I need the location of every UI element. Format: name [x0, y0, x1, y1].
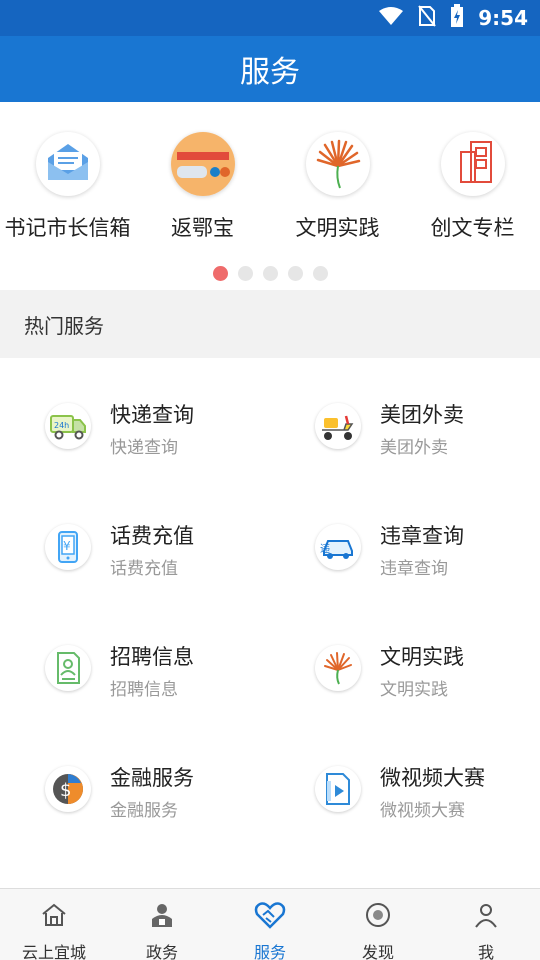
service-financial[interactable]: $ 金融服务 金融服务 [0, 721, 270, 842]
battery-charging-icon [450, 4, 464, 32]
nav-item-services[interactable]: 服务 [216, 889, 324, 960]
service-title: 文明实践 [380, 645, 464, 669]
service-title: 话费充值 [110, 524, 194, 548]
discover-icon [364, 901, 392, 933]
service-micro-video-contest[interactable]: 微视频大赛 微视频大赛 [270, 721, 540, 842]
service-civilization-practice[interactable]: 文明实践 文明实践 [270, 600, 540, 721]
svg-text:$: $ [60, 780, 71, 801]
service-subtitle: 文明实践 [380, 680, 448, 700]
quick-link-label: 书记市长信箱 [4, 216, 131, 240]
carousel-indicator [0, 266, 540, 281]
wifi-icon [378, 6, 404, 30]
service-title: 快递查询 [110, 403, 194, 427]
scooter-icon [315, 403, 361, 449]
carousel-dot [237, 266, 253, 281]
service-traffic-violation[interactable]: 违 违章查询 违章查询 [270, 479, 540, 600]
civilization-icon [315, 645, 361, 691]
service-job-info[interactable]: 招聘信息 招聘信息 [0, 600, 270, 721]
video-icon [315, 766, 361, 812]
nav-label: 云上宜城 [21, 943, 86, 960]
mailbox-icon [35, 132, 100, 196]
building-icon [440, 132, 505, 196]
service-title: 微视频大赛 [380, 766, 485, 790]
bottom-navigation: 云上宜城 政务 服务 发现 我 [0, 888, 540, 960]
service-meituan-delivery[interactable]: 美团外卖 美团外卖 [270, 358, 540, 479]
nav-label: 政务 [145, 943, 178, 960]
service-subtitle: 违章查询 [380, 559, 448, 579]
nav-label: 发现 [361, 943, 394, 960]
civilization-icon [305, 132, 370, 196]
page-title: 服务 [240, 55, 300, 90]
service-subtitle: 美团外卖 [380, 438, 448, 458]
quick-link-label: 返鄂宝 [171, 216, 234, 240]
finance-globe-icon: $ [45, 766, 91, 812]
home-icon [40, 901, 68, 933]
nav-item-home[interactable]: 云上宜城 [0, 889, 108, 960]
status-bar: 9:54 [0, 0, 540, 36]
service-express-tracking[interactable]: 24h 快递查询 快递查询 [0, 358, 270, 479]
nav-item-discover[interactable]: 发现 [324, 889, 432, 960]
svg-text:违: 违 [320, 543, 330, 555]
service-subtitle: 快递查询 [110, 438, 178, 458]
quick-link-label: 创文专栏 [430, 216, 515, 240]
section-heading: 热门服务 [24, 313, 104, 338]
service-phone-recharge[interactable]: ¥ 话费充值 话费充值 [0, 479, 270, 600]
svg-text:¥: ¥ [63, 539, 71, 553]
quick-link-civic-column[interactable]: 创文专栏 [405, 132, 540, 252]
service-subtitle: 微视频大赛 [380, 801, 465, 821]
phone-recharge-icon: ¥ [45, 524, 91, 570]
resume-icon [45, 645, 91, 691]
return-hubei-icon [170, 132, 235, 196]
carousel-dot [312, 266, 328, 281]
delivery-truck-icon: 24h [45, 403, 91, 449]
status-time: 9:54 [478, 6, 528, 30]
car-violation-icon: 违 [315, 524, 361, 570]
quick-link-civilization[interactable]: 文明实践 [270, 132, 405, 252]
service-title: 美团外卖 [380, 403, 464, 427]
nav-item-me[interactable]: 我 [432, 889, 540, 960]
nav-label: 服务 [253, 943, 286, 960]
service-subtitle: 招聘信息 [110, 680, 178, 700]
person-icon [472, 901, 500, 933]
quick-link-label: 文明实践 [295, 216, 380, 240]
government-icon [148, 901, 176, 933]
hot-services-header: 热门服务 [0, 290, 540, 358]
quick-link-mailbox[interactable]: 书记市长信箱 [0, 132, 135, 252]
service-subtitle: 金融服务 [110, 801, 178, 821]
service-subtitle: 话费充值 [110, 559, 178, 579]
no-sim-icon [418, 5, 437, 31]
service-title: 金融服务 [110, 766, 194, 790]
nav-label: 我 [477, 943, 494, 960]
svg-text:24h: 24h [54, 421, 69, 430]
carousel-dot-active [212, 266, 228, 281]
app-header: 服务 [0, 36, 540, 102]
nav-item-government[interactable]: 政务 [108, 889, 216, 960]
carousel-dot [287, 266, 303, 281]
handshake-icon [254, 901, 286, 933]
quick-link-return-hubei[interactable]: 返鄂宝 [135, 132, 270, 252]
service-title: 招聘信息 [110, 645, 194, 669]
carousel-dot [262, 266, 278, 281]
quick-links-carousel[interactable]: 书记市长信箱 返鄂宝 文明实践 创文专栏 [0, 102, 540, 290]
service-grid: 24h 快递查询 快递查询 美团外卖 美团外卖 ¥ 话费充值 话费充值 违 违章… [0, 358, 540, 888]
service-title: 违章查询 [380, 524, 464, 548]
